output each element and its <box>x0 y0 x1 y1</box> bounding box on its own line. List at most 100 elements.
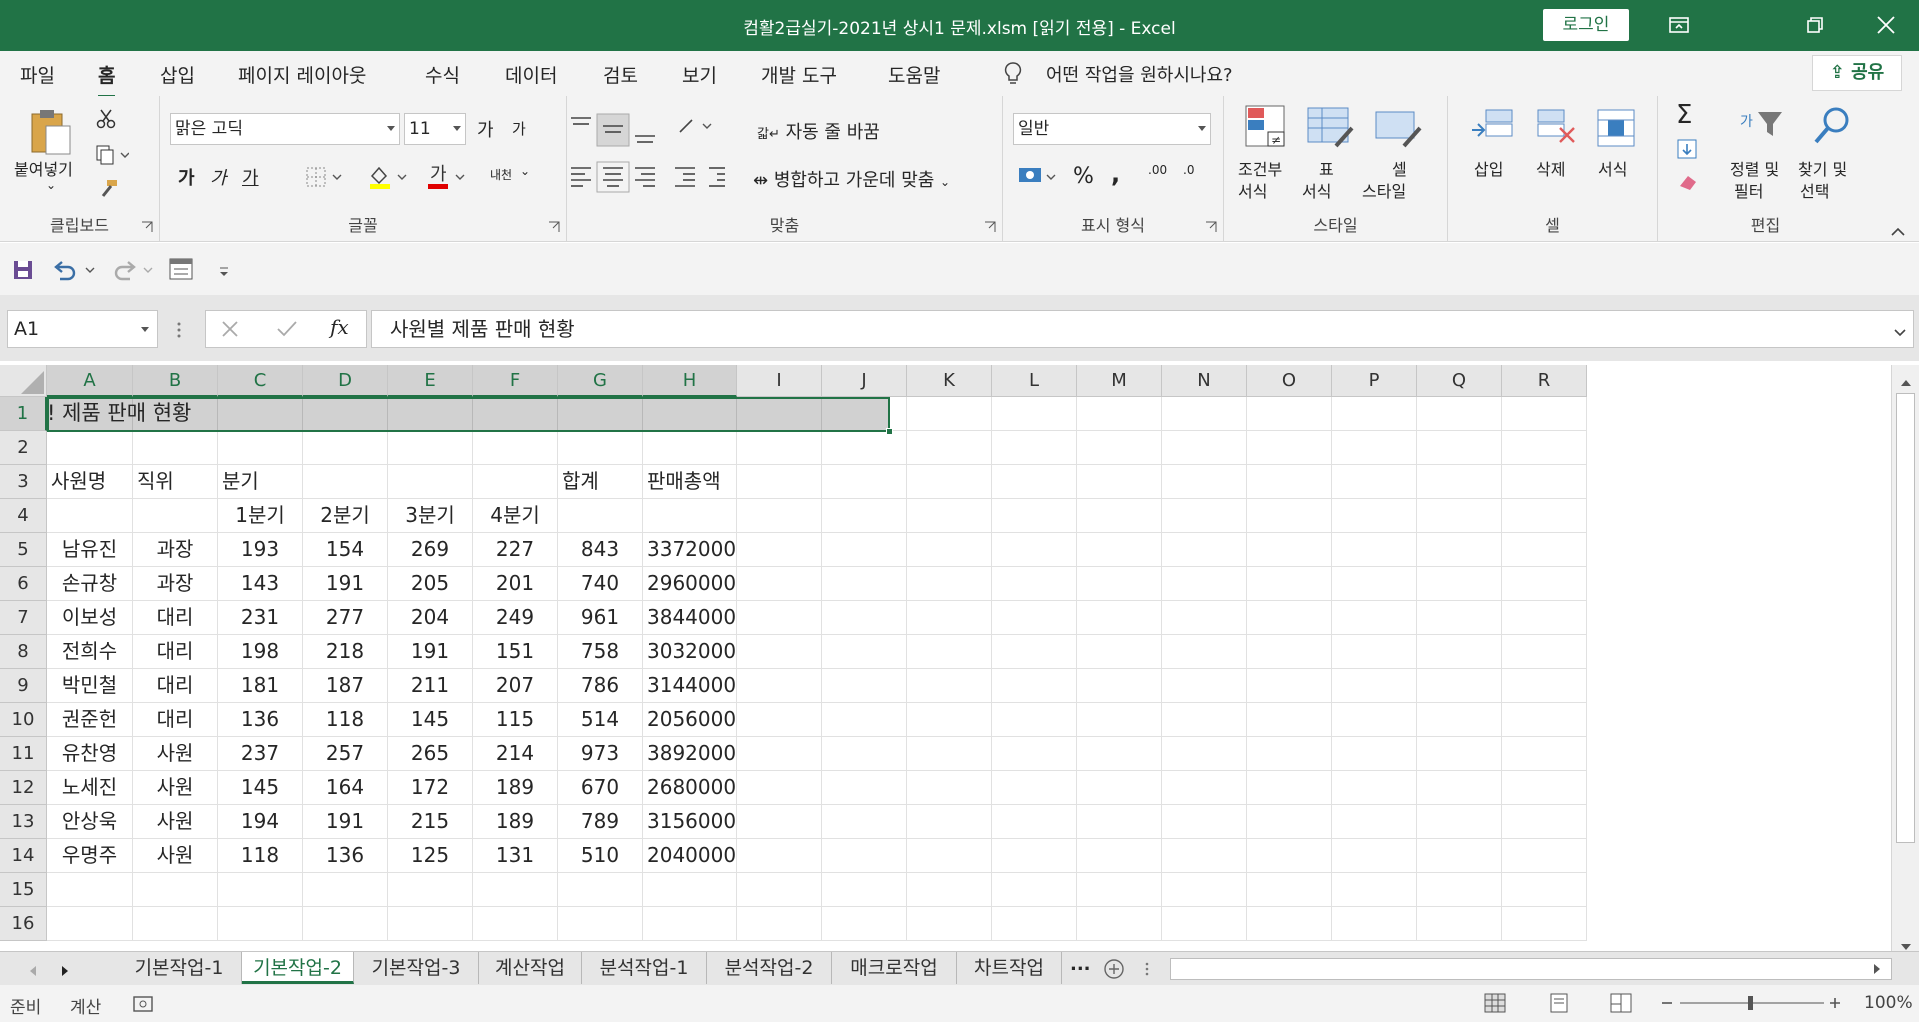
grid-cell[interactable] <box>1332 907 1417 941</box>
grid-cell[interactable] <box>1162 771 1247 805</box>
increase-decimal-button[interactable]: .00 <box>1148 164 1167 176</box>
grid-cell[interactable] <box>1247 533 1332 567</box>
grid-cell[interactable] <box>558 873 643 907</box>
header-cell[interactable]: 분기 <box>218 465 303 499</box>
grid-cell[interactable] <box>737 431 822 465</box>
grid-cell[interactable] <box>1247 397 1332 431</box>
data-cell[interactable]: 670 <box>558 771 643 805</box>
cut-icon[interactable] <box>95 108 117 134</box>
column-header-r[interactable]: R <box>1502 365 1587 397</box>
grid-cell[interactable] <box>907 907 992 941</box>
grid-cell[interactable] <box>992 771 1077 805</box>
login-button[interactable]: 로그인 <box>1543 9 1629 41</box>
grid-cell[interactable] <box>1332 533 1417 567</box>
data-cell[interactable]: 사원 <box>133 805 218 839</box>
data-cell[interactable]: 207 <box>473 669 558 703</box>
grid-cell[interactable] <box>1332 635 1417 669</box>
grid-cell[interactable] <box>822 737 907 771</box>
grid-cell[interactable] <box>1417 601 1502 635</box>
conditional-formatting-icon[interactable]: ≠ <box>1244 104 1288 156</box>
accessibility-icon[interactable] <box>132 994 154 1019</box>
grid-cell[interactable] <box>1162 635 1247 669</box>
sheet-tab[interactable]: 기본작업-1 <box>117 952 242 984</box>
data-cell[interactable]: 215 <box>388 805 473 839</box>
grid-cell[interactable] <box>992 703 1077 737</box>
grid-cell[interactable] <box>388 465 473 499</box>
grid-cell[interactable] <box>1332 703 1417 737</box>
grid-cell[interactable] <box>907 465 992 499</box>
grid-cell[interactable] <box>1332 669 1417 703</box>
grid-cell[interactable] <box>1332 397 1417 431</box>
grid-cell[interactable] <box>47 873 133 907</box>
sheet-tab[interactable]: 기본작업-2 <box>242 952 354 984</box>
grid-cell[interactable] <box>1162 703 1247 737</box>
grid-cell[interactable] <box>1077 873 1162 907</box>
grid-cell[interactable] <box>1332 431 1417 465</box>
grid-cell[interactable] <box>47 499 133 533</box>
grid-cell[interactable] <box>737 805 822 839</box>
grid-cell[interactable] <box>133 907 218 941</box>
grid-cell[interactable] <box>737 635 822 669</box>
grid-cell[interactable] <box>992 839 1077 873</box>
number-format-combo[interactable]: 일반 <box>1013 113 1211 145</box>
employee-name-cell[interactable]: 남유진 <box>47 533 133 567</box>
percent-style-button[interactable]: % <box>1073 164 1094 189</box>
data-cell[interactable]: 131 <box>473 839 558 873</box>
column-header-n[interactable]: N <box>1162 365 1247 397</box>
conditional-formatting-label-2[interactable]: 서식 <box>1238 178 1267 202</box>
grid-cell[interactable] <box>1502 567 1587 601</box>
data-cell[interactable]: 237 <box>218 737 303 771</box>
data-cell[interactable]: 31560000 <box>643 805 737 839</box>
normal-view-icon[interactable] <box>1484 993 1506 1018</box>
shrink-font-button[interactable]: 가 <box>512 118 526 139</box>
formula-input[interactable]: 사원별 제품 판매 현황 <box>371 310 1914 348</box>
column-header-a[interactable]: A <box>47 365 133 397</box>
grid-cell[interactable] <box>907 397 992 431</box>
grid-cell[interactable] <box>1162 907 1247 941</box>
grid-cell[interactable] <box>1502 737 1587 771</box>
expand-formula-bar-icon[interactable] <box>1893 323 1907 342</box>
scroll-up-icon[interactable] <box>1900 373 1912 392</box>
grid-cell[interactable] <box>907 805 992 839</box>
grid-cell[interactable] <box>218 431 303 465</box>
copy-icon[interactable] <box>95 144 130 170</box>
grid-cell[interactable] <box>822 907 907 941</box>
data-cell[interactable]: 191 <box>388 635 473 669</box>
header-cell[interactable]: 합계 <box>558 465 643 499</box>
grid-cell[interactable] <box>1417 533 1502 567</box>
tab-formulas[interactable]: 수식 <box>425 61 460 88</box>
data-cell[interactable]: 758 <box>558 635 643 669</box>
save-icon[interactable] <box>12 259 34 285</box>
data-cell[interactable]: 257 <box>303 737 388 771</box>
grow-font-button[interactable]: 가 <box>477 116 494 142</box>
column-header-j[interactable]: J <box>822 365 907 397</box>
grid-cell[interactable] <box>47 431 133 465</box>
employee-name-cell[interactable]: 권준헌 <box>47 703 133 737</box>
data-cell[interactable]: 143 <box>218 567 303 601</box>
font-color-icon[interactable]: 가 <box>426 162 468 194</box>
column-header-e[interactable]: E <box>388 365 473 397</box>
grid-cell[interactable] <box>1332 839 1417 873</box>
grid-cell[interactable] <box>133 873 218 907</box>
grid-cell[interactable] <box>1502 703 1587 737</box>
font-size-combo[interactable]: 11 <box>404 113 466 145</box>
data-cell[interactable]: 사원 <box>133 839 218 873</box>
tell-me-search[interactable]: 어떤 작업을 원하시나요? <box>1046 61 1233 87</box>
tab-help[interactable]: 도움말 <box>888 61 940 88</box>
employee-name-cell[interactable]: 우명주 <box>47 839 133 873</box>
quarter-header-cell[interactable]: 1분기 <box>218 499 303 533</box>
grid-cell[interactable] <box>1417 771 1502 805</box>
grid-cell[interactable] <box>907 533 992 567</box>
grid-cell[interactable] <box>1247 873 1332 907</box>
column-header-h[interactable]: H <box>643 365 737 397</box>
grid-cell[interactable] <box>907 669 992 703</box>
data-cell[interactable]: 115 <box>473 703 558 737</box>
data-cell[interactable]: 181 <box>218 669 303 703</box>
grid-cell[interactable] <box>1502 771 1587 805</box>
grid-cell[interactable] <box>992 907 1077 941</box>
grid-cell[interactable] <box>822 669 907 703</box>
grid-cell[interactable] <box>1162 601 1247 635</box>
paste-dropdown-icon[interactable]: ⌄ <box>46 178 56 192</box>
column-header-c[interactable]: C <box>218 365 303 397</box>
grid-cell[interactable] <box>1077 601 1162 635</box>
